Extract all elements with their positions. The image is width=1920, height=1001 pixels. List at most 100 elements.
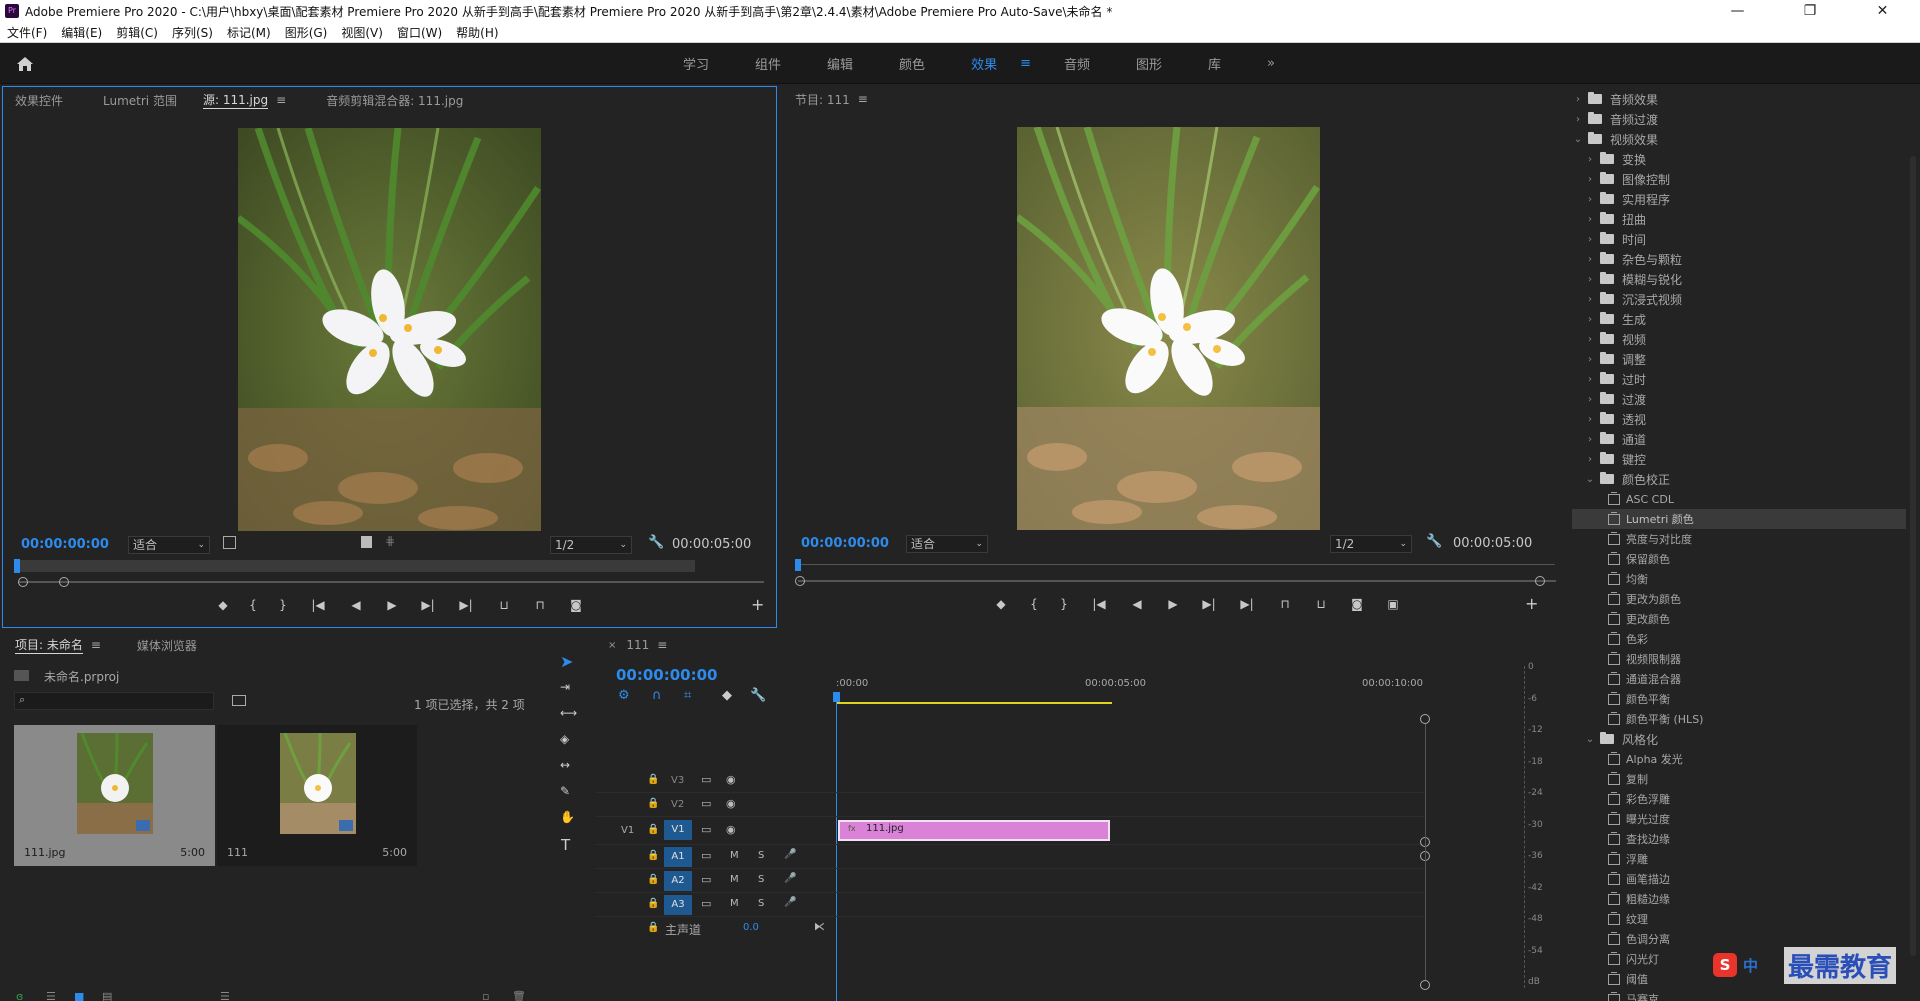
effect-item-row[interactable]: 亮度与对比度 [1572,529,1906,549]
track-target-a3[interactable]: A3 [664,895,692,915]
chevron-right-icon[interactable]: › [1584,174,1596,185]
chevron-right-icon[interactable]: › [1584,154,1596,165]
add-marker-icon[interactable]: ◆ [722,688,732,703]
step-back-icon[interactable]: ◀ [338,598,374,612]
close-button[interactable]: ✕ [1860,3,1905,19]
lock-icon[interactable]: 🔒 [647,850,659,861]
lock-icon[interactable]: 🔒 [647,824,659,835]
chevron-down-icon[interactable]: ⌄ [1584,474,1596,485]
solo-button[interactable]: S [758,874,764,885]
effects-folder-row[interactable]: › 调整 [1572,349,1906,369]
program-resolution-dropdown[interactable]: 1/2 ⌄ [1330,535,1412,553]
workspace-tab-graphics[interactable]: 图形 [1113,54,1185,73]
sort-icon[interactable]: ☰ [220,990,230,1001]
timeline-settings-icon[interactable]: 🔧 [750,688,766,703]
extract-icon[interactable]: ⊔ [1303,597,1339,611]
program-time-ruler[interactable] [795,564,1555,565]
chevron-right-icon[interactable]: › [1584,254,1596,265]
playhead-marker[interactable] [795,559,801,571]
tab-source[interactable]: 源: 111.jpg [202,91,269,109]
effect-item-row[interactable]: Lumetri 颜色 [1572,509,1906,529]
effects-folder-row[interactable]: › 视频 [1572,329,1906,349]
zoom-handle-right[interactable] [59,577,69,587]
mark-out-icon[interactable]: } [1049,597,1079,611]
effect-item-row[interactable]: 更改颜色 [1572,609,1906,629]
lock-icon[interactable]: 🔒 [647,798,659,809]
zoom-handle-left[interactable] [795,576,805,586]
close-icon[interactable]: × [608,640,616,651]
snap-icon[interactable]: ∩ [652,688,662,703]
solo-button[interactable]: S [758,850,764,861]
mic-icon[interactable]: 🎤 [784,849,796,860]
master-volume-value[interactable]: 0.0 [743,922,759,933]
effect-item-row[interactable]: 色彩 [1572,629,1906,649]
program-fit-dropdown[interactable]: 适合 ⌄ [906,535,988,553]
workspace-tab-color[interactable]: 颜色 [876,54,948,73]
mark-in-icon[interactable]: { [238,598,268,612]
drag-video-icon[interactable]: ⋕ [385,534,395,548]
menu-file[interactable]: 文件(F) [7,24,47,41]
step-forward-icon[interactable]: ▶| [1191,597,1227,611]
linked-selection-icon[interactable]: ⌗ [684,688,691,703]
selection-tool-icon[interactable]: ➤ [560,652,573,671]
lock-icon[interactable]: 🔒 [647,874,659,885]
chevron-down-icon[interactable]: ⌄ [1584,734,1596,745]
mute-button[interactable]: M [730,850,739,861]
razor-tool-icon[interactable]: ◈ [560,732,569,746]
track-target-v1[interactable]: V1 [664,820,692,840]
panel-menu-icon[interactable]: ≡ [858,92,868,106]
effects-folder-row[interactable]: › 实用程序 [1572,189,1906,209]
tab-media-browser[interactable]: 媒体浏览器 [137,637,197,654]
effects-folder-row[interactable]: › 时间 [1572,229,1906,249]
effects-folder-row[interactable]: › 生成 [1572,309,1906,329]
workspace-menu-icon[interactable]: ≡ [1020,56,1041,71]
chevron-right-icon[interactable]: › [1584,414,1596,425]
zoom-handle-right[interactable] [1535,576,1545,586]
delete-icon[interactable]: 🗑 [512,990,526,1001]
chevron-right-icon[interactable]: › [1584,194,1596,205]
effects-scrollbar[interactable] [1910,156,1916,956]
panel-menu-icon[interactable]: ≡ [276,93,286,107]
sync-lock-icon[interactable]: ▭ [701,897,711,910]
chevron-right-icon[interactable]: › [1572,94,1584,105]
effect-item-row[interactable]: 彩色浮雕 [1572,789,1906,809]
go-to-in-icon[interactable]: |◀ [1079,597,1119,611]
overwrite-button-icon[interactable]: ⊓ [522,598,558,612]
playhead-marker[interactable] [14,559,20,573]
lock-icon[interactable]: 🔒 [647,898,659,909]
add-marker-icon[interactable]: ◆ [208,598,238,612]
playhead-head[interactable] [833,692,840,702]
workspace-tab-assembly[interactable]: 组件 [732,54,804,73]
project-item[interactable]: 111 5:00 [217,725,417,866]
workspace-tab-libraries[interactable]: 库 [1185,54,1244,73]
freeform-view-icon[interactable]: ▤ [102,990,112,1001]
play-icon[interactable]: ▶ [374,598,410,612]
menu-view[interactable]: 视图(V) [341,24,383,41]
menu-graphics[interactable]: 图形(G) [285,24,328,41]
wrench-icon[interactable]: 🔧 [648,535,664,550]
source-patch-label[interactable]: V1 [621,825,634,836]
sync-lock-icon[interactable]: ▭ [701,773,711,786]
go-to-end-icon[interactable]: ⧔ [814,920,825,933]
effects-folder-row[interactable]: › 扭曲 [1572,209,1906,229]
program-playhead-timecode[interactable]: 00:00:00:00 [801,536,889,551]
effects-folder-row[interactable]: ⌄ 颜色校正 [1572,469,1906,489]
work-area-bar[interactable] [837,702,1112,704]
type-tool-icon[interactable]: T [561,836,570,854]
pen-tool-icon[interactable]: ✎ [560,784,570,798]
insert-icon[interactable] [361,536,372,548]
wrench-icon[interactable]: 🔧 [1426,534,1442,549]
insert-button-icon[interactable]: ⊔ [486,598,522,612]
mic-icon[interactable]: 🎤 [784,873,796,884]
menu-markers[interactable]: 标记(M) [227,24,271,41]
panel-menu-icon[interactable]: ≡ [91,638,101,652]
effect-item-row[interactable]: 均衡 [1572,569,1906,589]
project-search-input[interactable]: ⌕ [14,692,214,710]
effects-folder-row[interactable]: › 键控 [1572,449,1906,469]
effect-item-row[interactable]: ASC CDL [1572,489,1906,509]
export-frame-icon[interactable]: ◙ [558,598,594,612]
menu-help[interactable]: 帮助(H) [456,24,498,41]
menu-clip[interactable]: 剪辑(C) [116,24,158,41]
track-select-tool-icon[interactable]: ⇥ [560,680,570,694]
effect-item-row[interactable]: 颜色平衡 [1572,689,1906,709]
